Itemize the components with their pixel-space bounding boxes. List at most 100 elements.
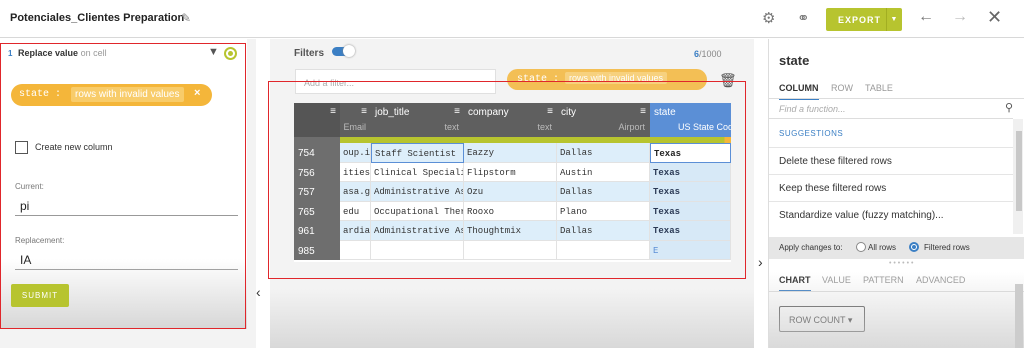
submit-button[interactable]: SUBMIT	[11, 284, 69, 307]
step-filter-condition[interactable]: rows with invalid values	[71, 87, 184, 102]
column-header-city[interactable]: city ≡ Airport	[557, 103, 650, 137]
menu-icon[interactable]: ≡	[547, 106, 553, 117]
column-header-company[interactable]: company ≡ text	[464, 103, 557, 137]
export-button[interactable]: EXPORT ▼	[826, 8, 902, 31]
table-cell[interactable]: Clinical Specialist	[371, 162, 464, 182]
row-number: 757	[294, 182, 340, 202]
create-column-checkbox[interactable]	[15, 141, 28, 154]
table-cell[interactable]: Ozu	[464, 182, 557, 202]
table-cell[interactable]: Texas	[650, 182, 731, 202]
radio-filtered-rows[interactable]	[909, 242, 919, 252]
column-name: city	[561, 107, 576, 118]
gear-icon[interactable]: ⚙	[762, 9, 775, 27]
close-icon[interactable]: ✕	[987, 7, 1002, 28]
arrow-right-icon[interactable]: →	[952, 8, 968, 26]
column-header-state[interactable]: state US State Code	[650, 103, 731, 137]
step-card: 1 Replace value on cell ▼ state : rows w…	[0, 39, 247, 329]
table-cell[interactable]: Administrative Assistant	[371, 221, 464, 241]
current-label: Current:	[15, 182, 44, 191]
table-cell[interactable]: Dallas	[557, 143, 650, 163]
step-title[interactable]: Replace value on cell	[18, 48, 107, 58]
table-cell[interactable]: edu	[340, 201, 371, 221]
add-filter-input[interactable]: Add a filter...	[295, 69, 496, 94]
function-keep-filtered[interactable]: Keep these filtered rows	[769, 174, 1013, 201]
table-cell[interactable]: oup.io	[340, 143, 371, 163]
active-filter-condition[interactable]: rows with invalid values	[565, 72, 668, 84]
table-cell[interactable]: asa.gov	[340, 182, 371, 202]
step-filter-pill[interactable]: state : rows with invalid values ×	[11, 84, 212, 106]
scrollbar[interactable]	[1015, 284, 1023, 348]
table-cell[interactable]: Plano	[557, 201, 650, 221]
active-filter-pill[interactable]: state : rows with invalid values	[507, 69, 707, 90]
function-delete-filtered[interactable]: Delete these filtered rows	[769, 147, 1013, 174]
tab-advanced[interactable]: ADVANCED	[916, 275, 965, 285]
suggestions-label: SUGGESTIONS	[779, 129, 844, 138]
menu-icon[interactable]: ≡	[361, 106, 367, 117]
table-cell[interactable]: Dallas	[557, 182, 650, 202]
table-cell[interactable]: Texas	[650, 201, 731, 221]
step-toggle-icon[interactable]	[224, 47, 237, 60]
remove-filter-icon[interactable]: ×	[194, 87, 200, 99]
menu-icon[interactable]: ≡	[330, 106, 336, 117]
function-standardize[interactable]: Standardize value (fuzzy matching)...	[769, 201, 1013, 228]
menu-icon[interactable]: ≡	[640, 106, 646, 117]
tab-value[interactable]: VALUE	[822, 275, 851, 285]
table-cell[interactable]: Occupational Therapist	[371, 201, 464, 221]
search-icon[interactable]: ⚲	[1005, 101, 1013, 114]
preparation-title[interactable]: Potenciales_Clientes Preparation	[10, 12, 184, 24]
header-corner: ≡	[294, 103, 340, 137]
link-icon[interactable]: ⚭	[797, 9, 810, 27]
row-count-dropdown[interactable]: ROW COUNT ▾	[779, 306, 865, 332]
column-header-email[interactable]: ≡ Email	[340, 103, 371, 137]
table-cell[interactable]: E	[650, 240, 731, 260]
column-name: company	[468, 107, 509, 118]
arrow-left-icon[interactable]: ←	[918, 8, 934, 26]
functions-panel: state COLUMN ROW TABLE Find a function..…	[768, 39, 1024, 348]
filtered-rows-label[interactable]: Filtered rows	[924, 243, 970, 252]
table-cell[interactable]: ities.jp	[340, 162, 371, 182]
trash-icon[interactable]: 🗑	[719, 72, 737, 89]
table-cell[interactable]	[371, 240, 464, 260]
table-cell[interactable]: Rooxo	[464, 201, 557, 221]
table-cell[interactable]: Flipstorm	[464, 162, 557, 182]
table-cell[interactable]	[340, 240, 371, 260]
table-cell[interactable]: Administrative Assistant	[371, 182, 464, 202]
filter-icon[interactable]: ▼	[208, 46, 219, 58]
step-number: 1	[8, 49, 13, 58]
table-cell[interactable]	[464, 240, 557, 260]
collapse-right-icon[interactable]: ›	[758, 254, 763, 270]
chevron-down-icon[interactable]: ▼	[886, 8, 902, 31]
current-input[interactable]: pi	[15, 193, 238, 216]
scrollbar-thumb[interactable]	[1016, 131, 1022, 211]
table-cell[interactable]: Texas	[650, 221, 731, 241]
find-function-input[interactable]: Find a function...	[779, 104, 1013, 117]
row-number: 985	[294, 240, 340, 260]
radio-all-rows[interactable]	[856, 242, 866, 252]
pencil-icon[interactable]: ✎	[181, 11, 191, 25]
all-rows-label[interactable]: All rows	[868, 243, 896, 252]
table-cell[interactable]: Thoughtmix	[464, 221, 557, 241]
row-number: 756	[294, 162, 340, 182]
table-cell[interactable]: ardian.c	[340, 221, 371, 241]
table-cell[interactable]: Dallas	[557, 221, 650, 241]
row-count-total: /1000	[699, 49, 722, 59]
tab-chart[interactable]: CHART	[779, 275, 811, 292]
column-header-job-title[interactable]: job_title ≡ text	[371, 103, 464, 137]
active-filter-column: state :	[517, 74, 560, 85]
tab-row[interactable]: ROW	[831, 83, 853, 93]
table-cell[interactable]: Texas	[650, 162, 731, 182]
table-cell[interactable]: Staff Scientist	[371, 143, 464, 163]
table-cell[interactable]: Texas	[650, 143, 731, 163]
dataset-area: Filters 6/1000 Add a filter... state : r…	[270, 39, 763, 348]
resize-handle[interactable]: • • • • • •	[889, 260, 913, 267]
menu-icon[interactable]: ≡	[454, 106, 460, 117]
divider	[769, 118, 1013, 119]
filters-toggle[interactable]	[332, 45, 355, 57]
filters-label: Filters	[294, 48, 325, 59]
tab-table[interactable]: TABLE	[865, 83, 893, 93]
table-cell[interactable]: Eazzy	[464, 143, 557, 163]
table-cell[interactable]	[557, 240, 650, 260]
tab-pattern[interactable]: PATTERN	[863, 275, 904, 285]
table-cell[interactable]: Austin	[557, 162, 650, 182]
collapse-left-icon[interactable]: ‹	[256, 284, 261, 300]
